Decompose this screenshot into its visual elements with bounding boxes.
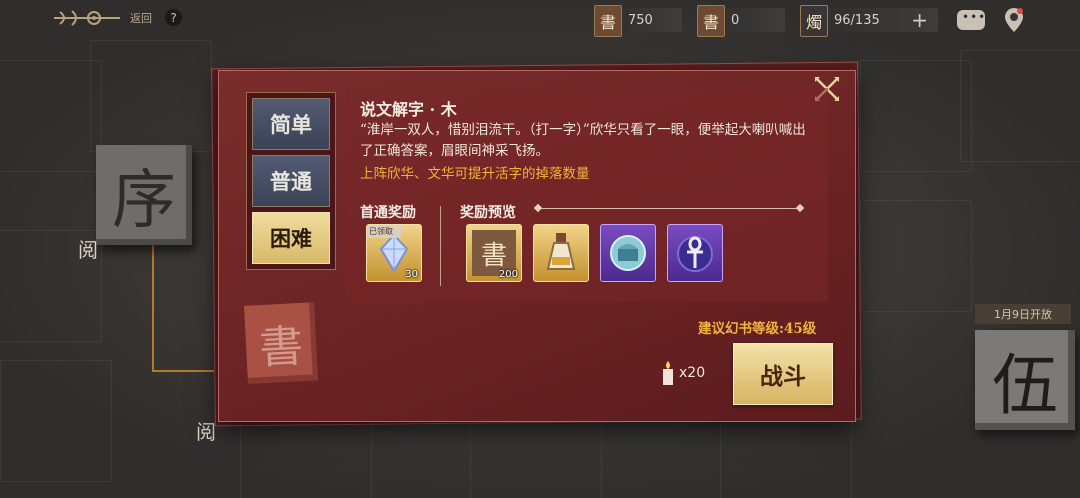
reward-divider — [440, 206, 441, 286]
book-icon: 書 — [697, 5, 725, 37]
book-char: 書 — [480, 240, 507, 271]
stamina-cost: x20 — [660, 360, 705, 386]
resource-value: 0 — [731, 12, 740, 28]
add-candle-button[interactable]: + — [911, 8, 928, 32]
item-count: 30 — [405, 269, 418, 280]
item-count: 200 — [498, 269, 518, 280]
read-label: 阅 — [78, 238, 98, 262]
ornament-arrow-icon — [54, 10, 120, 26]
resource-value: 96/135 — [834, 12, 880, 28]
resource-book-2: 書 0 — [697, 5, 785, 37]
first-reward-item[interactable]: 已领取 30 — [366, 224, 422, 282]
resource-value: 750 — [628, 12, 653, 28]
bg-tile — [0, 360, 112, 482]
drop-bonus-hint: 上阵欣华、文华可提升活字的掉落数量 — [360, 166, 590, 182]
claimed-tag: 已领取 — [367, 225, 401, 238]
bg-tile — [960, 50, 1080, 162]
resource-candle: 燭 96/135 + — [800, 5, 938, 37]
path-line — [152, 232, 154, 372]
reward-item[interactable] — [667, 224, 723, 282]
reward-item[interactable] — [533, 224, 589, 282]
stage-tile-xu[interactable]: 序 — [96, 145, 192, 245]
difficulty-tabs: 简单 普通 困难 — [246, 92, 336, 270]
reward-preview-label: 奖励预览 — [460, 205, 516, 221]
back-label: 返回 — [130, 12, 152, 25]
open-date-badge: 1月9日开放 — [975, 304, 1071, 324]
candle-icon: 燭 — [800, 5, 828, 37]
fight-label: 战斗 — [760, 363, 806, 390]
potion-icon — [539, 230, 583, 276]
tab-label: 困难 — [270, 226, 312, 251]
recommended-level: 建议幻书等级:45级 — [698, 321, 817, 337]
bg-tile — [860, 200, 972, 312]
stage-tile-char: 伍 — [992, 347, 1058, 424]
help-button[interactable]: ? — [165, 9, 182, 26]
stage-description: “淮岸一双人，惜别泪流干。（打一字）”欣华只看了一眼，便举起大喇叭喊出了正确答案… — [360, 122, 806, 159]
book-icon: 書 — [594, 5, 622, 37]
read-label: 阅 — [196, 420, 216, 444]
preview-ornament-line — [538, 208, 800, 209]
tab-normal[interactable]: 普通 — [252, 155, 330, 207]
stage-title: 说文解字 · 木 — [360, 100, 457, 119]
bg-tile — [90, 40, 212, 152]
stage-tile-char: 序 — [112, 164, 176, 238]
reward-item[interactable]: 書 200 — [466, 224, 522, 282]
bg-tile — [860, 60, 972, 172]
tab-label: 简单 — [270, 112, 312, 137]
fight-button[interactable]: 战斗 — [733, 343, 833, 405]
tab-easy[interactable]: 简单 — [252, 98, 330, 150]
path-line — [152, 370, 214, 372]
blue-chest-icon — [606, 230, 650, 276]
help-icon: ? — [170, 10, 177, 25]
chat-icon[interactable] — [957, 10, 986, 30]
bg-tile — [470, 420, 602, 498]
reward-item[interactable] — [600, 224, 656, 282]
bg-tile — [240, 420, 372, 498]
bg-tile — [0, 60, 102, 172]
stage-tile-wu[interactable]: 伍 — [975, 330, 1075, 430]
tab-hard[interactable]: 困难 — [252, 212, 330, 264]
top-bar: 返回 ? 書 750 書 0 燭 96/135 + — [0, 0, 1080, 40]
bg-tile — [720, 420, 852, 498]
ankh-icon — [673, 230, 717, 276]
stamp-char: 書 — [257, 320, 305, 375]
resource-book-1: 書 750 — [594, 5, 682, 37]
cost-amount: x20 — [679, 365, 706, 381]
book-stamp-decoration: 書 — [244, 302, 318, 384]
first-reward-label: 首通奖励 — [360, 205, 416, 221]
candle-icon — [663, 361, 673, 385]
back-button[interactable]: 返回 — [50, 6, 160, 30]
tab-label: 普通 — [270, 169, 312, 194]
map-pin-icon[interactable] — [1003, 6, 1025, 34]
